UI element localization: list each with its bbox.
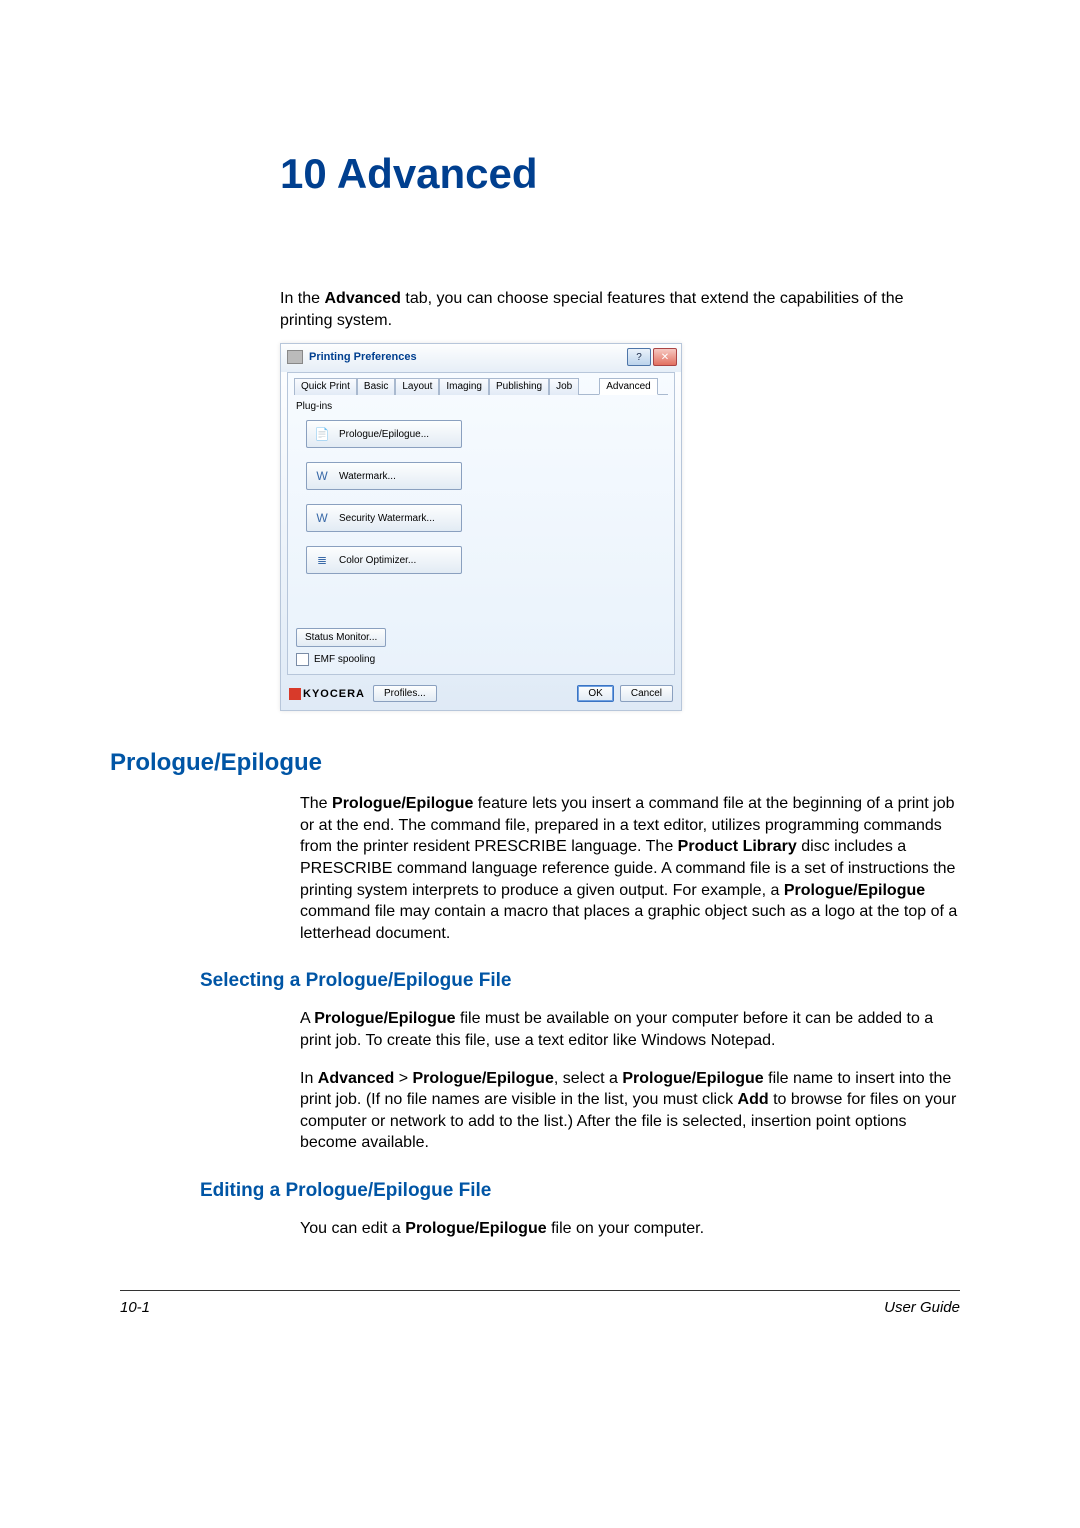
document-icon: 📄 bbox=[313, 425, 331, 443]
help-button[interactable]: ? bbox=[627, 348, 651, 366]
dialog-body: Quick Print Basic Layout Imaging Publish… bbox=[287, 372, 675, 675]
plugins-label: Plug-ins bbox=[296, 401, 668, 412]
security-watermark-icon: W bbox=[313, 509, 331, 527]
close-button[interactable]: ✕ bbox=[653, 348, 677, 366]
tab-publishing[interactable]: Publishing bbox=[489, 378, 549, 395]
plugin-label: Color Optimizer... bbox=[339, 555, 416, 566]
printer-icon bbox=[287, 350, 303, 364]
tab-quick-print[interactable]: Quick Print bbox=[294, 378, 357, 395]
tab-advanced[interactable]: Advanced bbox=[599, 378, 657, 395]
security-watermark-button[interactable]: W Security Watermark... bbox=[306, 504, 462, 532]
intro-paragraph: In the Advanced tab, you can choose spec… bbox=[280, 288, 960, 331]
profiles-button[interactable]: Profiles... bbox=[373, 685, 437, 702]
prologue-description: The Prologue/Epilogue feature lets you i… bbox=[300, 793, 960, 944]
tab-job[interactable]: Job bbox=[549, 378, 579, 395]
editing-paragraph: You can edit a Prologue/Epilogue file on… bbox=[300, 1218, 960, 1240]
heading-selecting-file: Selecting a Prologue/Epilogue File bbox=[200, 970, 980, 992]
checkbox-icon[interactable] bbox=[296, 653, 309, 666]
footer-divider bbox=[120, 1290, 960, 1291]
tab-imaging[interactable]: Imaging bbox=[439, 378, 489, 395]
intro-bold: Advanced bbox=[324, 290, 400, 307]
heading-editing-file: Editing a Prologue/Epilogue File bbox=[200, 1180, 980, 1202]
plugin-label: Prologue/Epilogue... bbox=[339, 429, 429, 440]
prologue-epilogue-button[interactable]: 📄 Prologue/Epilogue... bbox=[306, 420, 462, 448]
watermark-button[interactable]: W Watermark... bbox=[306, 462, 462, 490]
dialog-title: Printing Preferences bbox=[309, 351, 625, 363]
selecting-paragraph-1: A Prologue/Epilogue file must be availab… bbox=[300, 1008, 960, 1051]
tab-strip: Quick Print Basic Layout Imaging Publish… bbox=[294, 377, 668, 395]
plugin-label: Security Watermark... bbox=[339, 513, 435, 524]
page-number: 10-1 bbox=[120, 1299, 150, 1316]
heading-prologue-epilogue: Prologue/Epilogue bbox=[110, 749, 980, 777]
emf-spooling-label: EMF spooling bbox=[314, 654, 375, 665]
intro-pre: In the bbox=[280, 290, 324, 307]
chapter-title: 10 Advanced bbox=[280, 150, 980, 198]
printing-preferences-dialog: Printing Preferences ? ✕ Quick Print Bas… bbox=[280, 343, 682, 711]
color-optimizer-button[interactable]: ≣ Color Optimizer... bbox=[306, 546, 462, 574]
dialog-footer: KYOCERA Profiles... OK Cancel bbox=[281, 681, 681, 710]
cancel-button[interactable]: Cancel bbox=[620, 685, 673, 702]
tab-spacer bbox=[579, 378, 599, 395]
kyocera-logo-icon bbox=[289, 688, 301, 700]
watermark-icon: W bbox=[313, 467, 331, 485]
emf-spooling-row[interactable]: EMF spooling bbox=[296, 653, 668, 666]
color-optimizer-icon: ≣ bbox=[313, 551, 331, 569]
plugin-label: Watermark... bbox=[339, 471, 396, 482]
selecting-paragraph-2: In Advanced > Prologue/Epilogue, select … bbox=[300, 1068, 960, 1154]
ok-button[interactable]: OK bbox=[577, 685, 613, 702]
tab-basic[interactable]: Basic bbox=[357, 378, 395, 395]
guide-label: User Guide bbox=[884, 1299, 960, 1316]
dialog-titlebar: Printing Preferences ? ✕ bbox=[281, 344, 681, 372]
status-monitor-button[interactable]: Status Monitor... bbox=[296, 628, 386, 647]
tab-layout[interactable]: Layout bbox=[395, 378, 439, 395]
dialog-screenshot: Printing Preferences ? ✕ Quick Print Bas… bbox=[280, 343, 980, 711]
page-footer: 10-1 User Guide bbox=[100, 1299, 980, 1316]
kyocera-logo-text: KYOCERA bbox=[303, 688, 365, 700]
